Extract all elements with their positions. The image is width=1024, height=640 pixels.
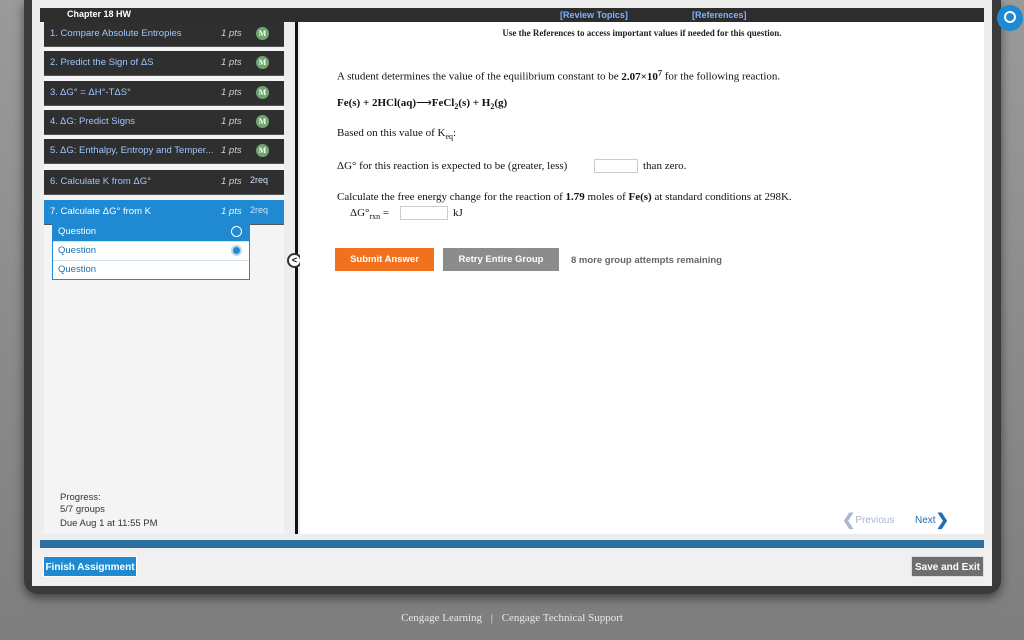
nav-item-4[interactable]: 4. ΔG: Predict Signs 1 pts M — [44, 110, 284, 135]
attempts-remaining: 8 more group attempts remaining — [571, 255, 722, 266]
question-label: Question — [58, 264, 97, 275]
question-item-2[interactable]: Question — [53, 242, 249, 261]
next-button[interactable]: Next❯ — [915, 510, 949, 530]
mastery-badge-icon: M — [256, 86, 269, 99]
nav-item-3[interactable]: 3. ΔG° = ΔH°-TΔS° 1 pts M — [44, 81, 284, 106]
question-label: Question — [58, 226, 97, 237]
nav-item-label: 7. Calculate ΔG° from K — [50, 206, 151, 217]
bottom-bar — [32, 548, 992, 586]
progress-value: 5/7 groups — [60, 504, 105, 515]
references-notice: Use the References to access important v… — [502, 28, 782, 38]
nav-item-label: 4. ΔG: Predict Signs — [50, 116, 136, 127]
nav-item-pts: 1 pts — [221, 87, 242, 98]
mastery-badge-icon: M — [256, 144, 269, 157]
nav-item-label: 2. Predict the Sign of ΔS — [50, 57, 154, 68]
nav-item-pts: 1 pts — [221, 57, 242, 68]
previous-button[interactable]: ❮Previous — [842, 510, 894, 530]
next-label: Next — [915, 515, 936, 526]
rxn-subscript: rxn — [369, 212, 381, 222]
nav-item-label: 3. ΔG° = ΔH°-TΔS° — [50, 87, 131, 98]
chapter-title: Chapter 18 HW — [67, 9, 132, 19]
nav-item-1[interactable]: 1. Compare Absolute Entropies 1 pts M — [44, 22, 284, 47]
greater-less-input[interactable] — [594, 159, 638, 173]
references-link[interactable]: [References] — [692, 10, 747, 20]
question-label: Question — [58, 245, 97, 256]
moles-value: 1.79 — [565, 191, 585, 203]
dg-rxn-label: ΔG°rxn = — [350, 207, 389, 221]
retry-group-button[interactable]: Retry Entire Group — [443, 248, 559, 271]
help-chat-icon[interactable] — [997, 5, 1023, 31]
dg-sign-question: ΔG° for this reaction is expected to be … — [337, 160, 567, 172]
top-bar: Chapter 18 HW [Review Topics] [Reference… — [40, 8, 984, 22]
review-topics-link[interactable]: [Review Topics] — [560, 10, 628, 20]
help-ring-icon — [1004, 11, 1016, 23]
nav-item-label: 5. ΔG: Enthalpy, Entropy and Temper... — [50, 145, 214, 156]
chevron-left-icon: ❮ — [842, 512, 856, 529]
k-value: 2.07×107 — [621, 68, 662, 83]
bottom-strip — [40, 540, 984, 548]
footer-separator: | — [490, 612, 493, 624]
reactants: Fe(s) + 2HCl(aq) — [337, 97, 416, 109]
save-and-exit-button[interactable]: Save and Exit — [911, 556, 984, 577]
calc-suffix: at standard conditions at 298K. — [651, 191, 792, 203]
nav-item-pts: 1 pts — [221, 116, 242, 127]
req-badge: 2req — [250, 205, 269, 215]
based-suffix: : — [453, 127, 457, 139]
intro-text: A student determines the value of the eq… — [337, 68, 780, 83]
mastery-badge-icon: M — [256, 27, 269, 40]
species: Fe(s) — [628, 191, 652, 203]
nav-item-5[interactable]: 5. ΔG: Enthalpy, Entropy and Temper... 1… — [44, 139, 284, 164]
nav-item-label: 1. Compare Absolute Entropies — [50, 28, 182, 39]
mastery-badge-icon: M — [256, 56, 269, 69]
nav-item-2[interactable]: 2. Predict the Sign of ΔS 1 pts M — [44, 51, 284, 76]
nav-item-pts: 1 pts — [221, 176, 242, 187]
dg-rxn-input[interactable] — [400, 206, 448, 220]
question-item-3[interactable]: Question — [53, 261, 249, 279]
based-prefix: Based on this value of K — [337, 127, 446, 139]
technical-support-link[interactable]: Cengage Technical Support — [502, 612, 623, 624]
submit-answer-button[interactable]: Submit Answer — [335, 248, 434, 271]
nav-item-pts: 1 pts — [221, 206, 242, 217]
progress-label: Progress: — [60, 492, 101, 503]
nav-item-6[interactable]: 6. Calculate K from ΔG° 1 pts 2req — [44, 170, 284, 195]
product-fecl: FeCl — [431, 97, 455, 109]
panel-divider — [295, 22, 298, 534]
dg-symbol: ΔG° — [350, 207, 370, 219]
previous-label: Previous — [855, 515, 895, 526]
calc-text: Calculate the free energy change for the… — [337, 191, 792, 203]
footer: Cengage Learning | Cengage Technical Sup… — [0, 612, 1024, 624]
product-state: (s) + H — [458, 97, 491, 109]
nav-item-pts: 1 pts — [221, 145, 242, 156]
equals-sign: = — [380, 207, 390, 219]
finish-assignment-button[interactable]: Finish Assignment — [43, 556, 137, 577]
dg-suffix: than zero. — [643, 160, 687, 172]
question-list: Question Question Question — [52, 222, 250, 280]
intro-suffix: for the following reaction. — [661, 70, 781, 83]
unit-label: kJ — [453, 207, 463, 219]
sidebar: 1. Compare Absolute Entropies 1 pts M 2.… — [44, 22, 284, 534]
chevron-right-icon: ❯ — [935, 512, 949, 529]
calc-prefix: Calculate the free energy change for the… — [337, 191, 566, 203]
req-badge: 2req — [250, 175, 269, 185]
nav-item-label: 6. Calculate K from ΔG° — [50, 176, 151, 187]
reaction-arrow-icon: ⟶ — [415, 97, 432, 109]
question-item-1[interactable]: Question — [53, 223, 249, 242]
calc-mid: moles of — [584, 191, 629, 203]
based-text: Based on this value of Keq: — [337, 127, 456, 141]
due-date: Due Aug 1 at 11:55 PM — [60, 518, 158, 529]
footer-brand-link[interactable]: Cengage Learning — [401, 612, 482, 624]
status-circle-icon — [231, 245, 242, 256]
k-mantissa: 2.07×10 — [621, 70, 658, 83]
reaction-equation: Fe(s) + 2HCl(aq)⟶FeCl2(s) + H2(g) — [337, 96, 507, 111]
status-circle-icon — [231, 226, 242, 237]
intro-prefix: A student determines the value of the eq… — [337, 70, 622, 83]
dg-prefix: ΔG° for this reaction is expected to be … — [337, 160, 568, 172]
h-state: (g) — [494, 97, 508, 109]
question-content: Use the References to access important v… — [300, 22, 984, 534]
mastery-badge-icon: M — [256, 115, 269, 128]
keq-subscript: eq — [445, 132, 454, 142]
progress-info: Progress: 5/7 groups Due Aug 1 at 11:55 … — [60, 492, 158, 530]
nav-item-pts: 1 pts — [221, 28, 242, 39]
